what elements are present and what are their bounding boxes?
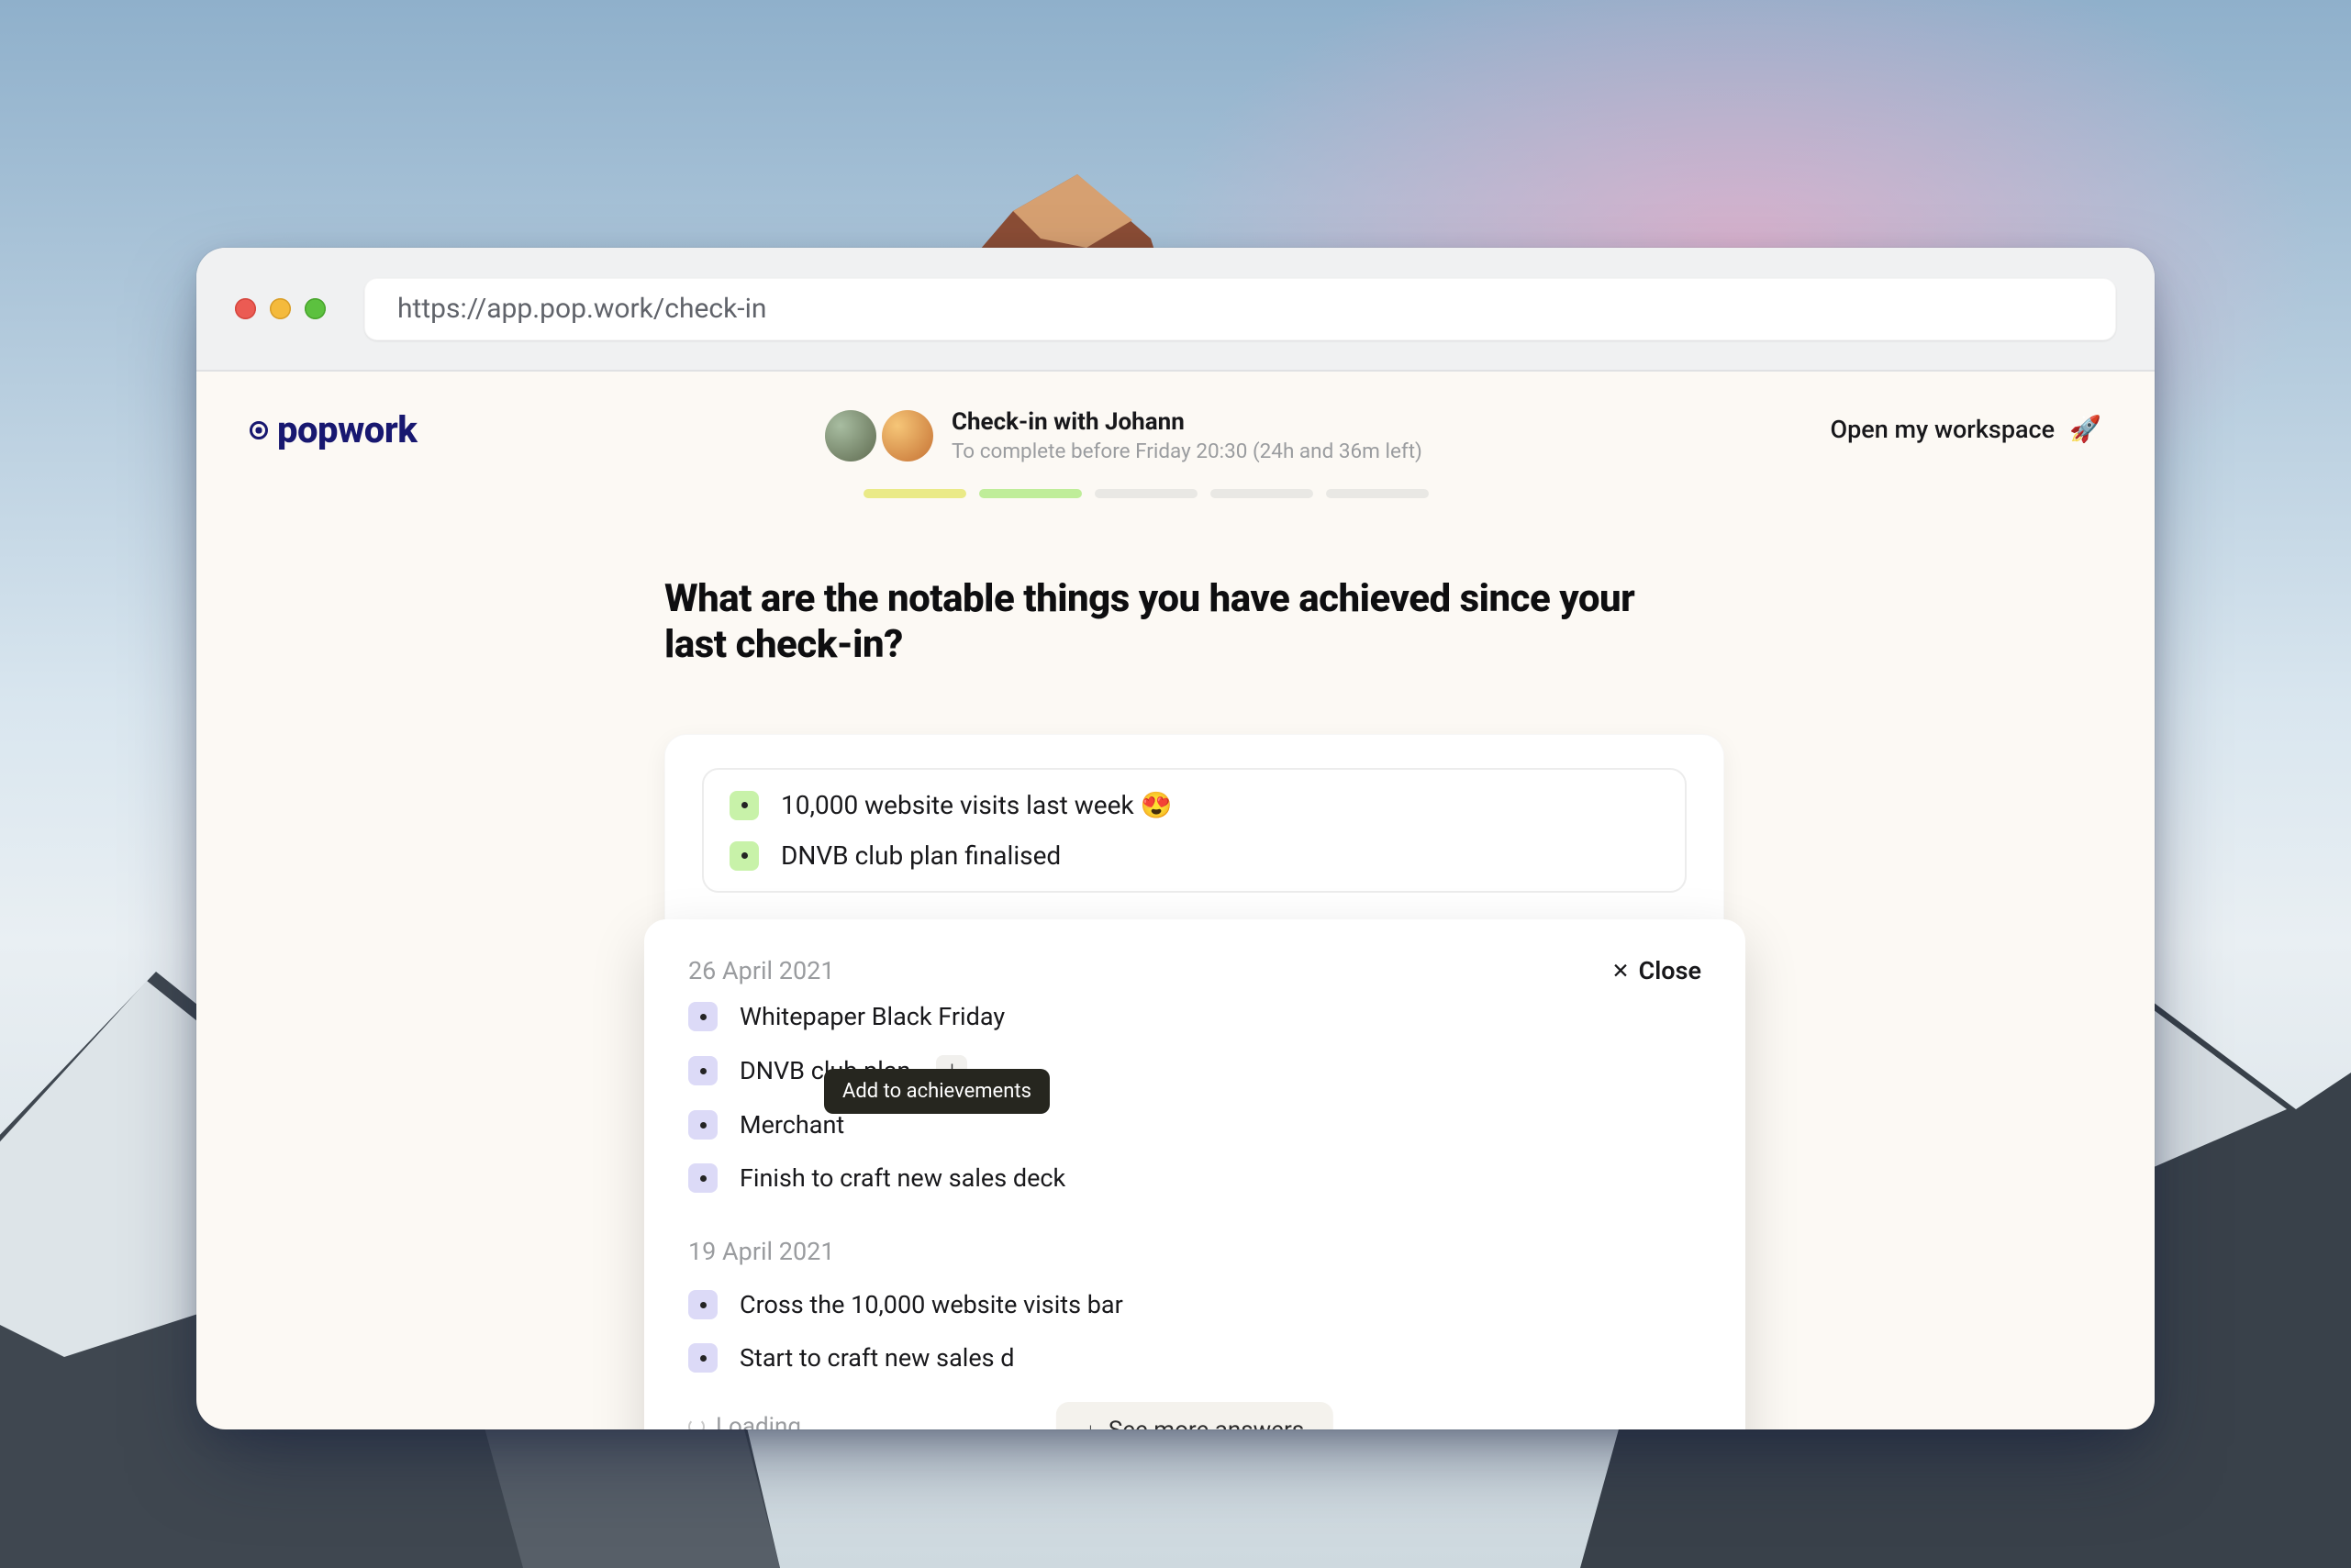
bullet-icon xyxy=(688,1110,718,1140)
progress-segment xyxy=(1326,489,1429,498)
app-logo[interactable]: popwork xyxy=(250,408,417,451)
history-item-text: Finish to craft new sales deck xyxy=(740,1163,1065,1193)
checkin-title: Check-in with Johann xyxy=(952,408,1422,436)
window-minimize-button[interactable] xyxy=(270,298,291,319)
app-header: popwork Check-in with Johann To complete… xyxy=(196,372,2155,498)
arrow-down-icon: ↓ xyxy=(1086,1418,1096,1429)
close-icon: ✕ xyxy=(1611,961,1629,982)
history-date: 26 April 2021 xyxy=(688,956,835,985)
rocket-icon: 🚀 xyxy=(2069,414,2101,444)
history-item[interactable]: Finish to craft new sales deck xyxy=(688,1163,1701,1193)
history-item-text: Merchant xyxy=(740,1110,844,1140)
open-workspace-link[interactable]: Open my workspace 🚀 xyxy=(1831,408,2101,444)
question-heading: What are the notable things you have ach… xyxy=(664,576,1665,667)
history-item-text: Whitepaper Black Friday xyxy=(740,1002,1005,1031)
answer-input[interactable]: 10,000 website visits last week 😍 DNVB c… xyxy=(702,768,1687,893)
answer-text: 10,000 website visits last week 😍 xyxy=(781,790,1172,820)
url-text: https://app.pop.work/check-in xyxy=(397,293,766,325)
history-item-text: Start to craft new sales d xyxy=(740,1343,1015,1373)
history-group: 19 April 2021 Cross the 10,000 website v… xyxy=(688,1237,1701,1373)
desktop-wallpaper: https://app.pop.work/check-in popwork xyxy=(0,0,2351,1568)
close-label: Close xyxy=(1639,956,1701,985)
close-button[interactable]: ✕ Close xyxy=(1611,956,1701,985)
bullet-icon xyxy=(730,841,759,871)
bullet-icon xyxy=(688,1056,718,1085)
answer-item: DNVB club plan finalised xyxy=(730,840,1659,871)
logo-mark-icon xyxy=(250,421,268,439)
progress-indicator xyxy=(864,489,1429,498)
answer-history-popup: 26 April 2021 ✕ Close Whitepaper Black F… xyxy=(644,919,1745,1429)
answer-item: 10,000 website visits last week 😍 xyxy=(730,790,1659,820)
answer-text: DNVB club plan finalised xyxy=(781,840,1061,871)
progress-segment xyxy=(1095,489,1198,498)
window-maximize-button[interactable] xyxy=(305,298,326,319)
window-close-button[interactable] xyxy=(235,298,256,319)
bullet-icon xyxy=(730,791,759,820)
open-workspace-label: Open my workspace xyxy=(1831,415,2056,444)
participant-avatars xyxy=(825,410,933,462)
history-item[interactable]: Cross the 10,000 website visits bar xyxy=(688,1290,1701,1319)
loading-text: Loading... xyxy=(716,1413,819,1429)
bullet-icon xyxy=(688,1002,718,1031)
history-item[interactable]: Merchant xyxy=(688,1110,1701,1140)
history-item-text: Cross the 10,000 website visits bar xyxy=(740,1290,1123,1319)
avatar xyxy=(882,410,933,462)
history-date: 19 April 2021 xyxy=(688,1237,1701,1266)
tooltip: Add to achievements xyxy=(824,1069,1050,1114)
see-more-label: See more answers xyxy=(1109,1417,1304,1429)
progress-segment xyxy=(864,489,966,498)
app-content: popwork Check-in with Johann To complete… xyxy=(196,372,2155,1429)
traffic-lights xyxy=(235,298,326,319)
checkin-deadline: To complete before Friday 20:30 (24h and… xyxy=(952,439,1422,463)
url-bar[interactable]: https://app.pop.work/check-in xyxy=(364,278,2116,340)
history-item[interactable]: Whitepaper Black Friday xyxy=(688,1002,1701,1031)
bullet-icon xyxy=(688,1290,718,1319)
browser-titlebar: https://app.pop.work/check-in xyxy=(196,248,2155,372)
bullet-icon xyxy=(688,1163,718,1193)
browser-window: https://app.pop.work/check-in popwork xyxy=(196,248,2155,1429)
progress-segment xyxy=(979,489,1082,498)
history-item[interactable]: Start to craft new sales d xyxy=(688,1343,1701,1373)
avatar xyxy=(825,410,876,462)
progress-segment xyxy=(1210,489,1313,498)
tooltip-text: Add to achievements xyxy=(842,1080,1031,1103)
logo-text: popwork xyxy=(277,408,417,451)
see-more-answers-button[interactable]: ↓ See more answers xyxy=(1056,1402,1333,1429)
spinner-icon xyxy=(688,1418,705,1429)
header-checkin-info: Check-in with Johann To complete before … xyxy=(453,408,1793,498)
bullet-icon xyxy=(688,1343,718,1373)
